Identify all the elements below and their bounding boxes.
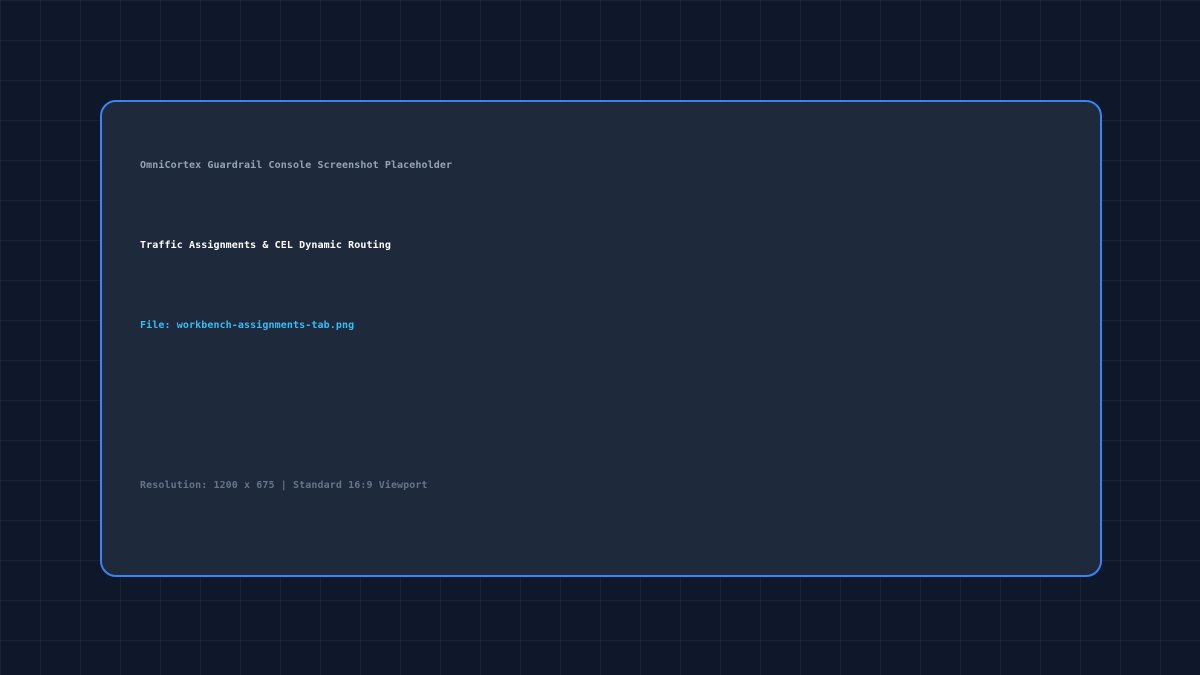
placeholder-title: Traffic Assignments & CEL Dynamic Routin… [140,240,391,251]
placeholder-subtitle: OmniCortex Guardrail Console Screenshot … [140,160,453,171]
placeholder-card: OmniCortex Guardrail Console Screenshot … [100,100,1102,577]
resolution-info: Resolution: 1200 x 675 | Standard 16:9 V… [140,480,428,491]
file-name: File: workbench-assignments-tab.png [140,320,355,331]
